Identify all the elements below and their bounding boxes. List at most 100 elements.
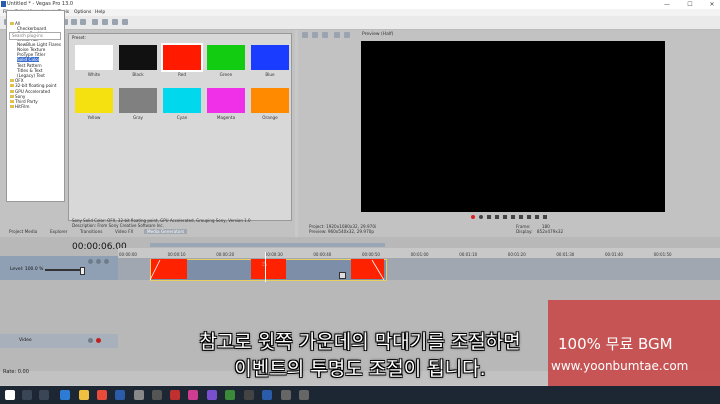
stop-button[interactable] <box>511 215 515 219</box>
video-track-1-header[interactable]: Level: 100.0 % <box>0 256 118 280</box>
app-icon-9[interactable] <box>188 390 198 400</box>
folder-icon <box>10 79 14 83</box>
prev-frame-button[interactable] <box>535 215 539 219</box>
ruler-tick-label: 00:01:30 <box>556 252 575 257</box>
vegas-pro-taskbar-icon[interactable] <box>262 390 272 400</box>
paste-icon[interactable] <box>71 19 77 25</box>
folder-icon <box>10 22 14 25</box>
preset-swatch[interactable] <box>75 45 113 70</box>
preset-swatch-label: Red <box>178 72 186 77</box>
preview-quality-icon[interactable] <box>344 32 350 38</box>
tab-video-fx[interactable]: Video FX <box>115 229 133 234</box>
mute-icon[interactable] <box>88 259 93 264</box>
tab-explorer[interactable]: Explorer <box>50 229 67 234</box>
plugin-search-input[interactable]: Search plug-ins <box>9 32 61 40</box>
redo-icon[interactable] <box>92 19 98 25</box>
help-icon[interactable] <box>122 19 128 25</box>
preset-swatch[interactable] <box>119 45 157 70</box>
preview-quality-select[interactable]: Preview (Half) <box>362 32 393 37</box>
folder-icon <box>10 94 14 98</box>
next-frame-button[interactable] <box>543 215 547 219</box>
preset-swatch-label: Yellow <box>87 115 101 120</box>
go-to-start-button[interactable] <box>519 215 523 219</box>
display-value: 852x479x32 <box>536 229 564 234</box>
menu-bar: File Edit View Insert Tools Options Help <box>0 9 720 16</box>
pause-button[interactable] <box>503 215 507 219</box>
app-icon-11[interactable] <box>225 390 235 400</box>
fade-in-curve <box>150 259 161 281</box>
loop-button[interactable] <box>479 215 483 219</box>
preview-properties: Preview: 960x540x32, 29.970p <box>309 229 375 234</box>
tab-project-media[interactable]: Project Media <box>9 229 37 234</box>
hand-cursor-icon: ☝ <box>262 259 267 268</box>
app-icon-6[interactable] <box>134 390 144 400</box>
play-from-start-button[interactable] <box>487 215 491 219</box>
preset-swatch-label: Cyan <box>176 115 188 120</box>
acrobat-icon[interactable] <box>170 390 180 400</box>
event-fade-curves <box>150 259 385 281</box>
level-slider-handle[interactable] <box>80 267 85 275</box>
solo-icon[interactable] <box>96 259 101 264</box>
tab-media-generators[interactable]: Media Generators <box>144 229 188 234</box>
main-toolbar <box>0 16 720 30</box>
preset-swatch-label: Black <box>132 72 144 77</box>
split-screen-icon[interactable] <box>334 32 340 38</box>
folder-icon <box>10 89 14 93</box>
ruler-tick-label: 00:00:50 <box>362 252 380 257</box>
folder-icon <box>10 84 14 88</box>
title-bar: Untitled * - Vegas Pro 13.0 — ☐ ✕ <box>0 0 720 9</box>
preset-swatch[interactable] <box>251 45 289 70</box>
envelope-tool-icon[interactable] <box>112 19 118 25</box>
undo-icon[interactable] <box>80 19 86 25</box>
close-button[interactable]: ✕ <box>705 0 719 9</box>
go-to-end-button[interactable] <box>527 215 531 219</box>
windows-taskbar <box>0 386 720 404</box>
preset-swatch-label: Blue <box>265 72 275 77</box>
app-icon <box>1 1 6 7</box>
preset-swatch[interactable] <box>207 45 245 70</box>
frame-info: Frame: 180 Display: 852x479x32 <box>516 224 563 234</box>
external-monitor-icon[interactable] <box>312 32 318 38</box>
search-icon[interactable] <box>22 390 32 400</box>
preset-swatch[interactable] <box>75 88 113 113</box>
subtitle-line1: 참고로 윗쪽 가운데의 막대기를 조절하면 <box>199 331 521 353</box>
preset-swatch[interactable] <box>207 88 245 113</box>
menu-options[interactable]: Options <box>74 10 91 15</box>
app-icon-7[interactable] <box>152 390 162 400</box>
tab-transitions[interactable]: Transitions <box>80 229 102 234</box>
word-icon[interactable] <box>115 390 125 400</box>
preset-swatch[interactable] <box>161 43 203 72</box>
ruler-tick-label: 00:00:20 <box>216 252 235 257</box>
chrome-icon[interactable] <box>97 390 107 400</box>
minimize-button[interactable]: — <box>660 0 674 9</box>
record-button[interactable] <box>471 215 475 219</box>
event-fx-icon[interactable] <box>339 272 346 279</box>
preset-swatch-label: Gray <box>132 115 143 120</box>
fx-icon[interactable] <box>322 32 328 38</box>
windows-start-icon[interactable] <box>5 390 15 400</box>
app-icon-12[interactable] <box>244 390 254 400</box>
track-fx-icon[interactable] <box>104 259 109 264</box>
preset-swatch-label: Green <box>219 72 233 77</box>
loop-region-bar[interactable] <box>150 243 385 247</box>
app-icon-10[interactable] <box>207 390 217 400</box>
task-view-icon[interactable] <box>39 390 49 400</box>
fade-out-curve <box>371 259 385 281</box>
app-icon-14[interactable] <box>281 390 291 400</box>
ruler-tick-label: 00:00:00 <box>119 252 137 257</box>
edge-browser-icon[interactable] <box>60 390 70 400</box>
maximize-button[interactable]: ☐ <box>683 0 697 9</box>
file-explorer-icon[interactable] <box>79 390 89 400</box>
preset-swatch[interactable] <box>119 88 157 113</box>
preset-swatch-label: Orange <box>262 115 278 120</box>
menu-help[interactable]: Help <box>95 10 105 15</box>
preview-settings-icon[interactable] <box>302 32 308 38</box>
app-icon-15[interactable] <box>299 390 309 400</box>
play-button[interactable] <box>495 215 499 219</box>
preset-swatch-label: White <box>87 72 101 77</box>
preset-swatch[interactable] <box>251 88 289 113</box>
preset-swatch[interactable] <box>163 88 201 113</box>
edit-tool-icon[interactable] <box>102 19 108 25</box>
level-slider[interactable] <box>45 269 85 271</box>
tree-item[interactable]: HitFilm <box>10 104 29 109</box>
